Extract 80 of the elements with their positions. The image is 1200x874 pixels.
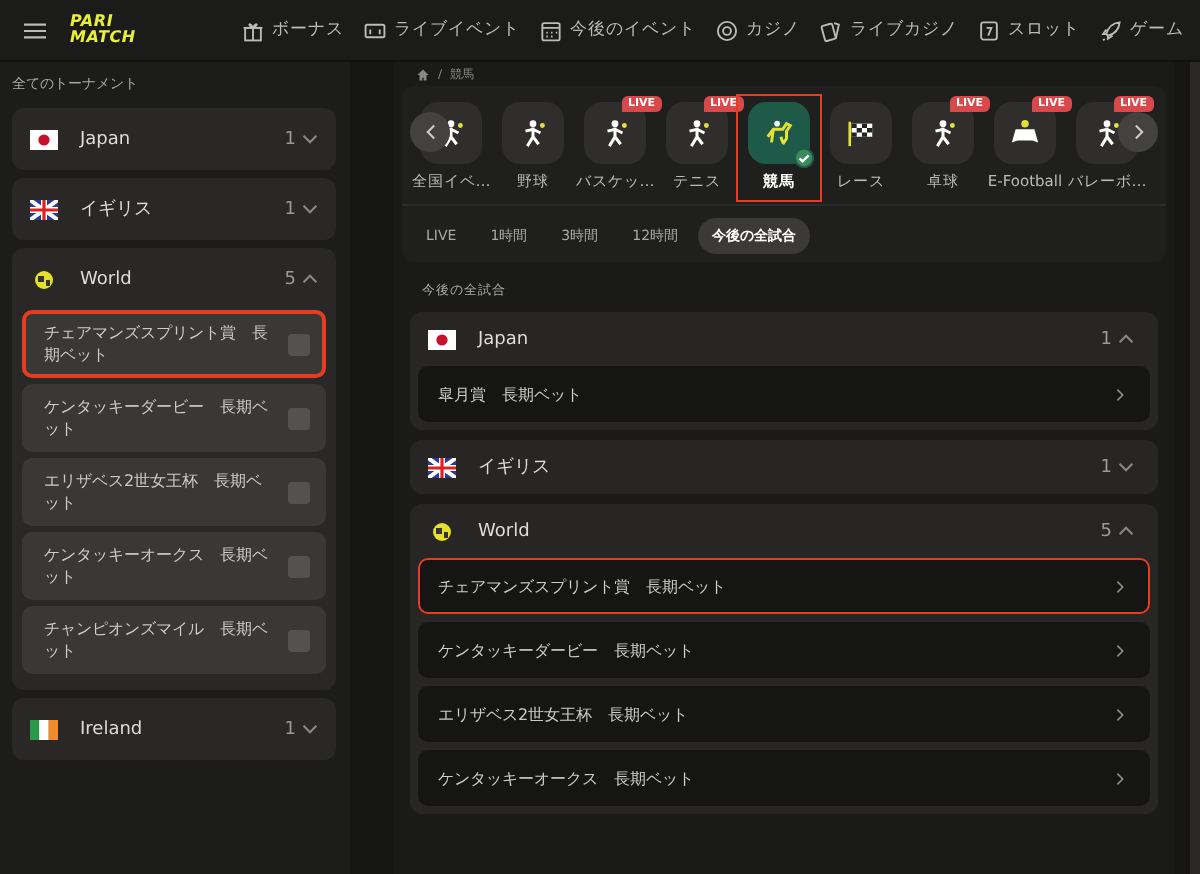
flag-icon — [428, 329, 456, 349]
event-name: 皐月賞 長期ベット — [438, 383, 582, 405]
tournament-header[interactable]: Ireland 1 — [22, 698, 326, 760]
event-name: チャンピオンズマイル 長期ベット — [44, 618, 270, 662]
event-item[interactable]: チャンピオンズマイル 長期ベット — [22, 606, 326, 674]
chip-icon — [716, 19, 738, 41]
nav-link[interactable]: ボーナス — [242, 18, 344, 42]
chevron-left-icon — [425, 124, 435, 140]
cards-icon — [820, 19, 842, 41]
tournament-name: World — [478, 521, 530, 541]
tournament-header[interactable]: Japan 1 — [22, 108, 326, 170]
chevron-right-icon — [1116, 643, 1124, 657]
event-name: ケンタッキーダービー 長期ベット — [44, 396, 270, 440]
nav-link[interactable]: ライブイベント — [364, 18, 520, 42]
checkbox[interactable] — [288, 555, 310, 577]
event-row[interactable]: ケンタッキーオークス 長期ベット — [418, 750, 1150, 806]
chevron-right-icon — [1116, 387, 1124, 401]
tournament-name: Japan — [478, 329, 529, 349]
event-item[interactable]: ケンタッキーダービー 長期ベット — [22, 384, 326, 452]
calendar-icon — [540, 19, 562, 41]
event-name: エリザベス2世女王杯 長期ベット — [44, 470, 265, 514]
event-count: 5 — [1100, 521, 1112, 541]
tournament-name: World — [80, 269, 132, 289]
nav-link[interactable]: ゲーム — [1100, 18, 1184, 42]
tournament-name: イギリス — [80, 197, 152, 222]
slot-icon — [978, 19, 1000, 41]
event-count: 5 — [284, 269, 296, 289]
flag-icon — [428, 457, 456, 477]
flag-icon — [30, 719, 58, 739]
event-item[interactable]: ケンタッキーオークス 長期ベット — [22, 532, 326, 600]
tournament-header[interactable]: Japan 1 — [418, 312, 1150, 366]
horse-rider-icon — [764, 118, 794, 148]
event-count: 1 — [284, 719, 296, 739]
checkered-flag-icon — [846, 118, 876, 148]
checkbox[interactable] — [288, 333, 310, 355]
checkbox[interactable] — [288, 481, 310, 503]
chevron-right-icon — [1116, 579, 1124, 593]
event-row[interactable]: エリザベス2世女王杯 長期ベット — [418, 686, 1150, 742]
event-name: ケンタッキーオークス 長期ベット — [438, 767, 694, 789]
event-name: エリザベス2世女王杯 長期ベット — [438, 703, 689, 725]
tournament-header[interactable]: World 5 — [22, 248, 326, 310]
tournament-header[interactable]: World 5 — [418, 504, 1150, 558]
event-row[interactable]: ケンタッキーダービー 長期ベット — [418, 622, 1150, 678]
home-icon[interactable] — [416, 67, 430, 81]
event-count: 1 — [284, 129, 296, 149]
checkbox[interactable] — [288, 629, 310, 651]
event-name: ケンタッキーダービー 長期ベット — [438, 639, 694, 661]
menu-icon[interactable] — [24, 21, 46, 39]
nav-link[interactable]: スロット — [978, 18, 1080, 42]
event-row[interactable]: チェアマンズスプリント賞 長期ベット — [418, 558, 1150, 614]
chevron-right-icon — [1133, 124, 1143, 140]
tournament-header[interactable]: イギリス 1 — [22, 178, 326, 240]
nav-link[interactable]: ライブカジノ — [820, 18, 958, 42]
event-count: 1 — [284, 199, 296, 219]
chevron-right-icon — [1116, 771, 1124, 785]
event-item[interactable]: チェアマンズスプリント賞 長期ベット — [22, 310, 326, 378]
check-icon — [794, 148, 814, 168]
event-name: チェアマンズスプリント賞 長期ベット — [44, 322, 270, 366]
event-item[interactable]: エリザベス2世女王杯 長期ベット — [22, 458, 326, 526]
tournament-name: Ireland — [80, 719, 143, 739]
tournament-name: Japan — [80, 129, 131, 149]
nav-link[interactable]: 今後のイベント — [540, 18, 696, 42]
tournament-header[interactable]: イギリス 1 — [418, 440, 1150, 494]
chevron-right-icon — [1116, 707, 1124, 721]
nav-link[interactable]: カジノ — [716, 18, 800, 42]
scroll-right-button[interactable] — [1118, 112, 1158, 152]
event-row[interactable]: 皐月賞 長期ベット — [418, 366, 1150, 422]
scroll-left-button[interactable] — [410, 112, 450, 152]
rocket-icon — [1100, 19, 1122, 41]
flag-icon — [30, 199, 58, 219]
event-count: 1 — [1100, 457, 1112, 477]
gift-icon — [242, 19, 264, 41]
flag-icon — [30, 129, 58, 149]
event-name: ケンタッキーオークス 長期ベット — [44, 544, 270, 588]
checkbox[interactable] — [288, 407, 310, 429]
event-name: チェアマンズスプリント賞 長期ベット — [438, 575, 726, 597]
logo[interactable]: PARI MATCH — [70, 14, 136, 46]
event-count: 1 — [1100, 329, 1112, 349]
tournament-name: イギリス — [478, 455, 550, 480]
score-icon — [364, 19, 386, 41]
